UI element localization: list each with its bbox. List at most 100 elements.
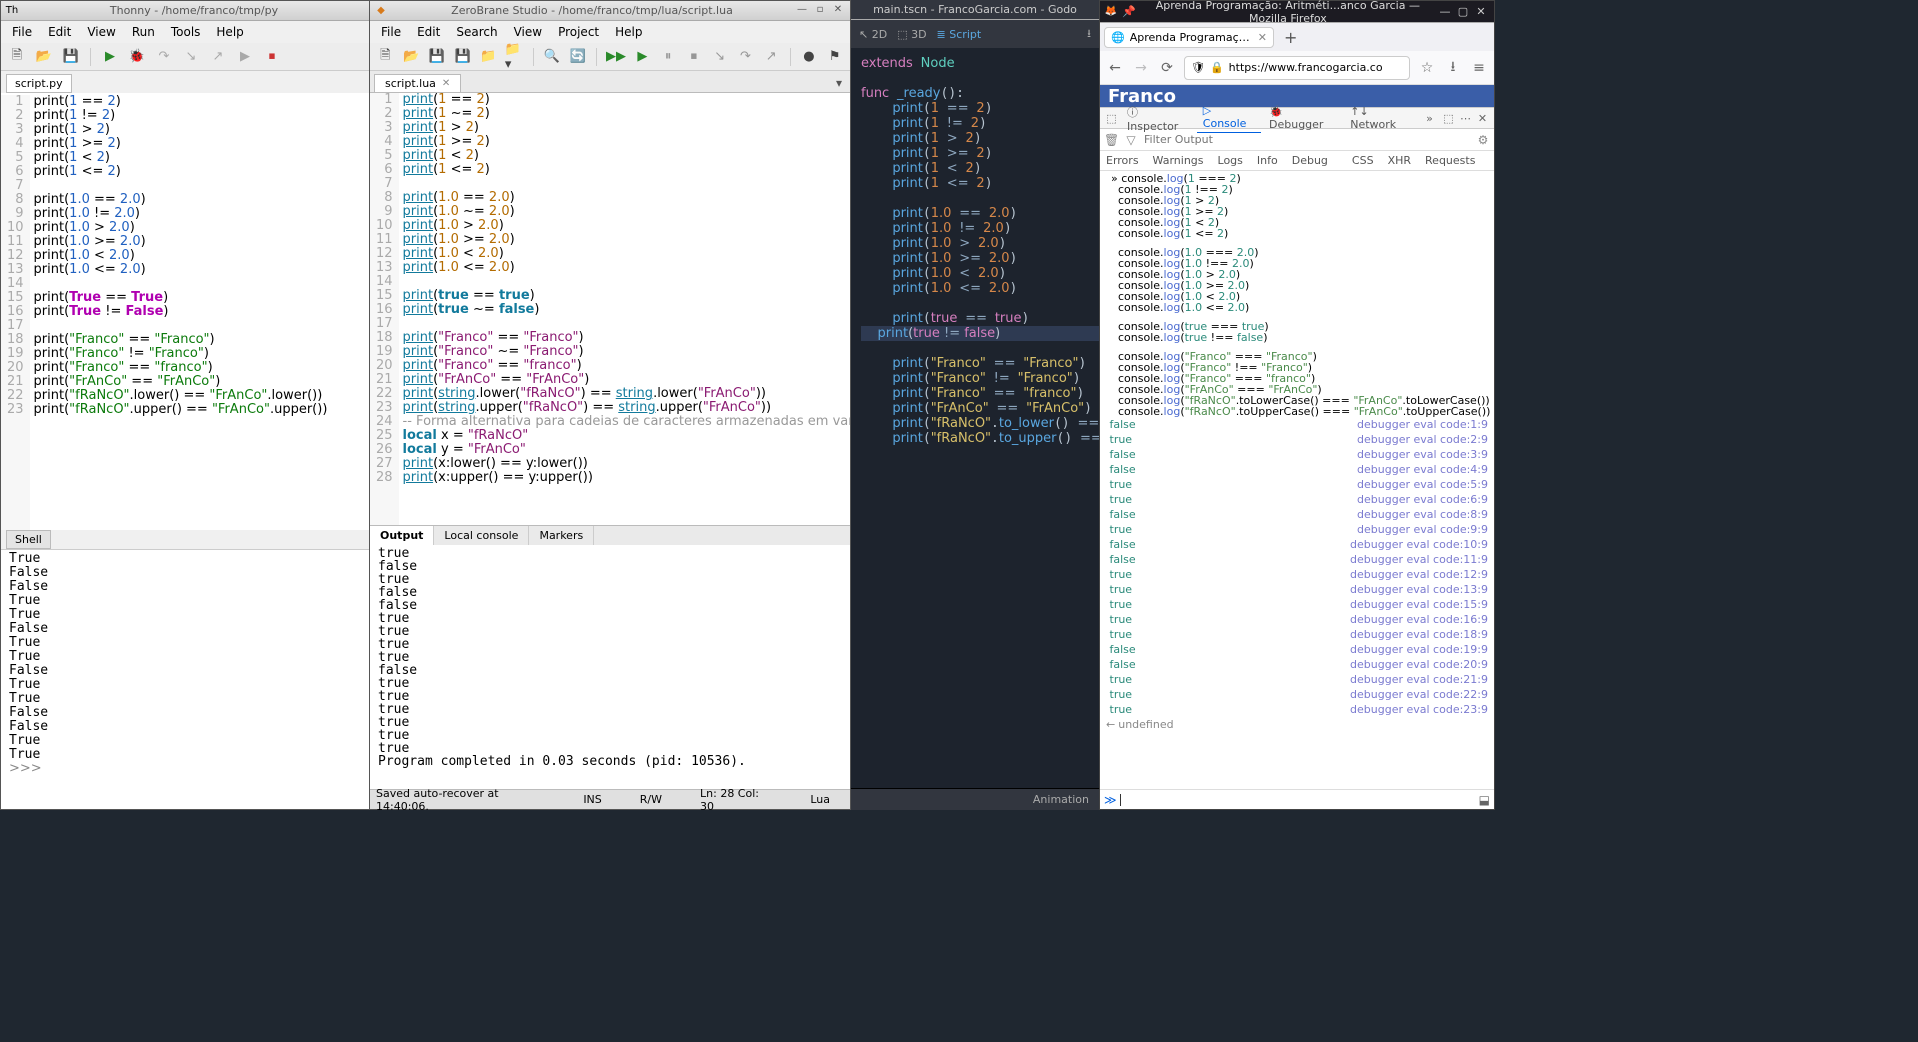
tab-2d[interactable]: ↖ 2D <box>859 28 887 41</box>
overflow-icon[interactable]: » <box>1422 112 1437 125</box>
menu-view[interactable]: View <box>80 23 122 41</box>
download-icon[interactable]: ⭳ <box>1444 56 1462 80</box>
maximize-icon[interactable]: ▫ <box>812 4 828 18</box>
cat-css[interactable]: CSS <box>1350 153 1376 168</box>
outtab-markers[interactable]: Markers <box>529 526 594 545</box>
step-into-icon[interactable]: ↘ <box>710 47 729 67</box>
save-icon[interactable]: 💾 <box>428 47 447 67</box>
outtab-output[interactable]: Output <box>370 526 434 545</box>
open-file-icon[interactable]: 📂 <box>402 47 421 67</box>
menu-icon[interactable]: ≡ <box>1470 60 1488 76</box>
menu-edit[interactable]: Edit <box>41 23 78 41</box>
thonny-file-tab[interactable]: script.py <box>6 74 72 93</box>
shell-tab[interactable]: Shell <box>6 530 51 549</box>
dock-icon[interactable]: ⬚ <box>1441 112 1456 125</box>
cat-warnings[interactable]: Warnings <box>1151 153 1206 168</box>
project-from-file-icon[interactable]: 📁 <box>479 47 498 67</box>
close-icon[interactable]: ✕ <box>1472 5 1490 18</box>
resume-icon[interactable]: ▶ <box>235 47 255 67</box>
open-file-icon[interactable]: 📂 <box>34 47 54 67</box>
reload-icon[interactable]: ⟳ <box>1158 60 1176 76</box>
debug-icon[interactable]: 🐞 <box>127 47 147 67</box>
step-over-icon[interactable]: ↷ <box>736 47 755 67</box>
menu-help[interactable]: Help <box>608 23 649 41</box>
bookmark-icon[interactable]: ⚑ <box>825 47 844 67</box>
replace-icon[interactable]: 🔄 <box>568 47 587 67</box>
outtab-local-console[interactable]: Local console <box>434 526 529 545</box>
menu-tools[interactable]: Tools <box>164 23 208 41</box>
maximize-icon[interactable]: ▢ <box>1454 5 1472 18</box>
minimize-icon[interactable]: — <box>794 4 810 18</box>
project-icon[interactable]: 📁▾ <box>505 47 524 67</box>
run-icon[interactable]: ▶▶ <box>606 47 626 67</box>
thonny-shell[interactable]: True False False True True False True Tr… <box>1 549 369 809</box>
save-all-icon[interactable]: 💾 <box>453 47 472 67</box>
stop-icon[interactable]: ⏹ <box>262 47 282 67</box>
run-icon[interactable]: ▶ <box>100 47 120 67</box>
ff-titlebar[interactable]: 🦊 📌 Aprenda Programação: Aritméti...anco… <box>1100 1 1494 23</box>
address-bar[interactable]: 🛡 🔒 https://www.francogarcia.co <box>1184 56 1410 80</box>
new-tab-button[interactable]: + <box>1278 28 1303 47</box>
menu-run[interactable]: Run <box>125 23 162 41</box>
animation-tab[interactable]: Animation <box>1033 793 1089 806</box>
tab-dropdown-icon[interactable]: ▾ <box>832 76 846 90</box>
funnel-icon[interactable]: ▽ <box>1124 133 1138 147</box>
zbs-output[interactable]: true false true false false true true tr… <box>370 545 850 789</box>
menu-view[interactable]: View <box>507 23 549 41</box>
filter-input[interactable] <box>1144 133 1470 146</box>
pick-element-icon[interactable]: ⬚ <box>1104 112 1119 125</box>
cat-debug[interactable]: Debug <box>1290 153 1330 168</box>
trash-icon[interactable]: 🗑 <box>1104 133 1118 147</box>
thonny-editor[interactable]: 1234567891011121314151617181920212223 pr… <box>1 93 369 530</box>
godot-editor[interactable]: extends Nodefunc _ready(): print(1 == 2)… <box>851 48 1099 788</box>
step-over-icon[interactable]: ↷ <box>154 47 174 67</box>
cat-logs[interactable]: Logs <box>1216 153 1245 168</box>
menu-search[interactable]: Search <box>449 23 504 41</box>
tab-close-icon[interactable]: ✕ <box>1258 31 1267 44</box>
code-area[interactable]: print(1 == 2)print(1 != 2)print(1 > 2)pr… <box>30 95 369 530</box>
step-into-icon[interactable]: ↘ <box>181 47 201 67</box>
devtools-more-icon[interactable]: ⋯ <box>1458 112 1473 125</box>
new-file-icon[interactable]: 🗎 <box>7 47 27 67</box>
code-area[interactable]: print(1 == 2)print(1 ~= 2)print(1 > 2)pr… <box>399 93 850 525</box>
start-debug-icon[interactable]: ▶ <box>633 47 652 67</box>
tab-3d[interactable]: ⬚ 3D <box>897 28 926 41</box>
cat-xhr[interactable]: XHR <box>1386 153 1413 168</box>
cat-requests[interactable]: Requests <box>1423 153 1477 168</box>
menu-project[interactable]: Project <box>551 23 606 41</box>
close-icon[interactable]: ✕ <box>830 4 846 18</box>
cat-info[interactable]: Info <box>1255 153 1280 168</box>
toggle-breakpoint-icon[interactable]: ● <box>800 47 819 67</box>
zbs-file-tab[interactable]: script.lua✕ <box>374 74 461 92</box>
split-console-icon[interactable]: ⬓ <box>1479 793 1490 807</box>
tab-close-icon[interactable]: ✕ <box>442 78 450 89</box>
cat-errors[interactable]: Errors <box>1104 153 1141 168</box>
zbs-editor[interactable]: 1234567891011121314151617181920212223242… <box>370 93 850 525</box>
menu-edit[interactable]: Edit <box>410 23 447 41</box>
settings-icon[interactable]: ⚙ <box>1476 133 1490 147</box>
find-icon[interactable]: 🔍 <box>543 47 562 67</box>
save-icon[interactable]: 💾 <box>61 47 81 67</box>
console-output[interactable]: » console.log(1 === 2) console.log(1 !==… <box>1100 171 1494 789</box>
menu-help[interactable]: Help <box>209 23 250 41</box>
stop-debug-icon[interactable]: ⏹ <box>685 47 704 67</box>
zbs-titlebar[interactable]: ◆ ZeroBrane Studio - /home/franco/tmp/lu… <box>370 1 850 21</box>
step-out-icon[interactable]: ↗ <box>208 47 228 67</box>
browser-tab[interactable]: 🌐 Aprenda Programação: Aritm ✕ <box>1104 27 1274 48</box>
thonny-titlebar[interactable]: Th Thonny - /home/franco/tmp/py <box>1 1 369 21</box>
bookmark-icon[interactable]: ☆ <box>1418 60 1436 76</box>
devtools-close-icon[interactable]: ✕ <box>1475 112 1490 125</box>
new-file-icon[interactable]: 🗎 <box>376 47 395 67</box>
back-icon[interactable]: ← <box>1106 60 1124 76</box>
menu-file[interactable]: File <box>374 23 408 41</box>
forward-icon[interactable]: → <box>1132 60 1150 76</box>
console-prompt[interactable]: ≫ ⬓ <box>1100 789 1494 809</box>
step-out-icon[interactable]: ↗ <box>762 47 781 67</box>
tab-script[interactable]: ≣ Script <box>937 28 982 41</box>
godot-titlebar[interactable]: main.tscn - FrancoGarcia.com - Godo <box>851 0 1099 20</box>
download-icon[interactable]: ⭳ <box>1087 25 1091 44</box>
godot-bottom-panel[interactable]: Animation <box>851 788 1099 810</box>
break-icon[interactable]: ⏸ <box>659 47 678 67</box>
minimize-icon[interactable]: — <box>1436 5 1454 18</box>
menu-file[interactable]: File <box>5 23 39 41</box>
